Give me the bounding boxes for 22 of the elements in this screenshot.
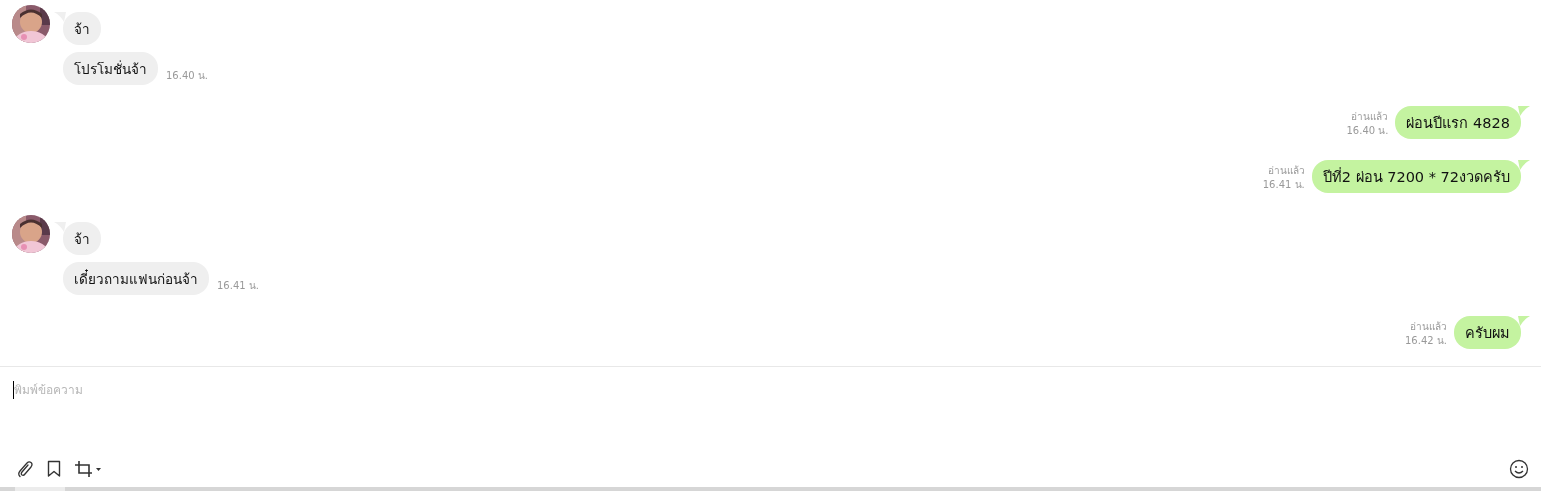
- message-time: 16.40 น.: [166, 69, 208, 83]
- message-time: 16.40 น.: [1346, 124, 1389, 138]
- bubble-tail-icon: [1518, 160, 1530, 170]
- bookmark-button[interactable]: [46, 460, 62, 478]
- bubble-tail-icon: [1518, 106, 1530, 116]
- paperclip-icon: [16, 460, 34, 478]
- smiley-icon: [1509, 459, 1529, 479]
- bookmark-icon: [46, 460, 62, 478]
- read-status: อ่านแล้ว: [1351, 110, 1389, 124]
- read-status: อ่านแล้ว: [1410, 320, 1447, 334]
- bubble-tail-icon: [1518, 316, 1530, 326]
- message-bubble: เดี๋ยวถามแฟนก่อนจ้า: [63, 262, 209, 295]
- emoji-button[interactable]: [1509, 459, 1529, 479]
- read-status: อ่านแล้ว: [1267, 164, 1305, 178]
- horizontal-scrollbar[interactable]: [0, 487, 1541, 491]
- crop-icon: [74, 460, 102, 478]
- message-time: 16.41 น.: [1262, 178, 1305, 192]
- message-bubble: โปรโมชั่นจ้า: [63, 52, 158, 85]
- message-time: 16.41 น.: [217, 279, 259, 293]
- crop-button[interactable]: [74, 460, 102, 478]
- message-time: 16.42 น.: [1405, 334, 1447, 348]
- attach-button[interactable]: [16, 460, 34, 478]
